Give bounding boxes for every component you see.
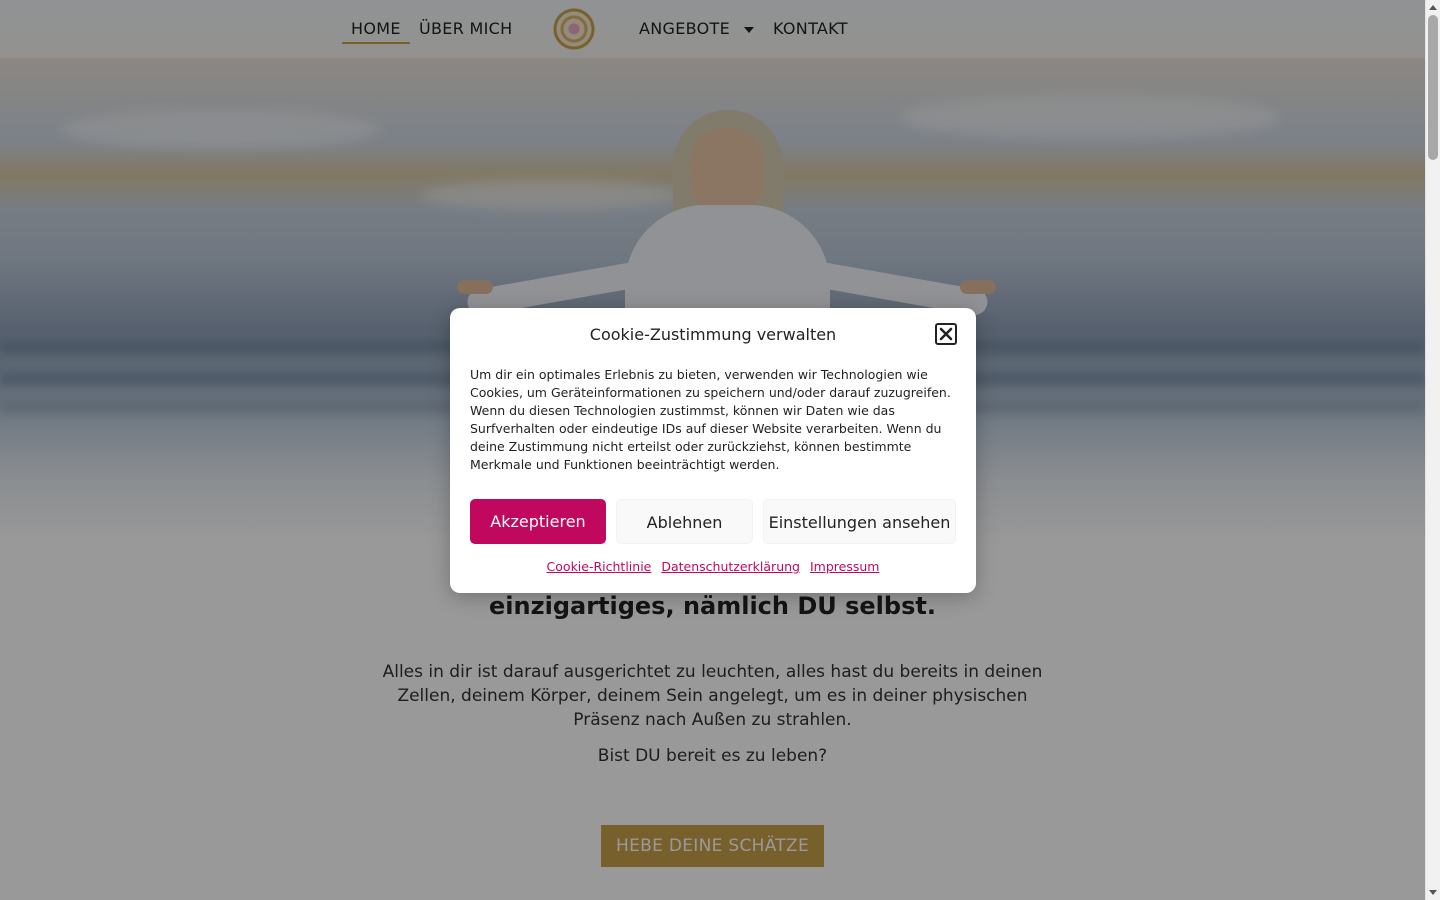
dialog-links: Cookie-Richtlinie Datenschutzerklärung I… [450, 559, 976, 574]
link-imprint[interactable]: Impressum [810, 559, 879, 574]
page-scrollbar[interactable] [1425, 0, 1440, 900]
cookie-consent-dialog: Cookie-Zustimmung verwalten Um dir ein o… [450, 308, 976, 593]
dialog-body: Um dir ein optimales Erlebnis zu bieten,… [470, 367, 951, 472]
accept-button[interactable]: Akzeptieren [470, 499, 606, 544]
scroll-up-icon[interactable] [1429, 5, 1437, 10]
close-icon [939, 327, 953, 341]
scrollbar-thumb[interactable] [1428, 15, 1438, 160]
view-settings-button[interactable]: Einstellungen ansehen [763, 499, 956, 544]
dialog-title: Cookie-Zustimmung verwalten [589, 325, 837, 344]
link-cookie-policy[interactable]: Cookie-Richtlinie [547, 559, 652, 574]
deny-button[interactable]: Ablehnen [616, 499, 753, 544]
close-button[interactable] [935, 323, 957, 345]
link-privacy-policy[interactable]: Datenschutzerklärung [661, 559, 800, 574]
scroll-down-icon[interactable] [1429, 890, 1437, 895]
